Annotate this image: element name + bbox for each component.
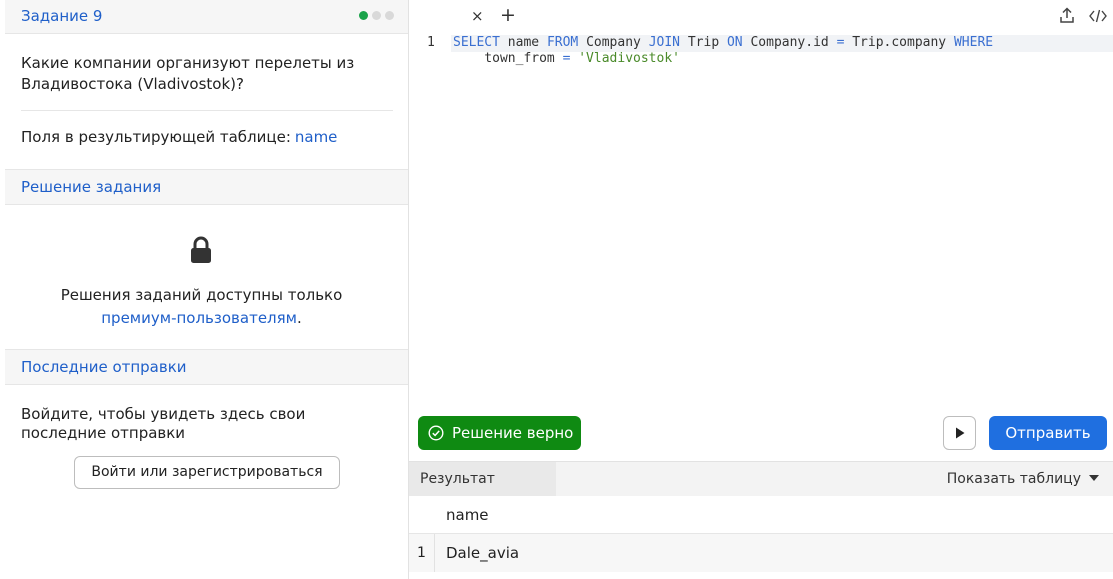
submit-button[interactable]: Отправить xyxy=(989,416,1107,450)
show-table-label: Показать таблицу xyxy=(946,471,1081,487)
task-title: Задание 9 xyxy=(21,7,103,25)
column-header: name xyxy=(446,506,489,524)
caret-down-icon xyxy=(1089,475,1099,481)
table-row: 1 Dale_avia xyxy=(409,534,1113,572)
sql-expression: Trip.company xyxy=(844,35,954,50)
premium-link[interactable]: премиум-пользователям xyxy=(101,309,297,327)
sql-table: Trip xyxy=(680,35,727,50)
progress-dots xyxy=(359,11,394,20)
sql-keyword: WHERE xyxy=(953,35,994,50)
tab-query-result[interactable]: Результат запроса xyxy=(409,462,556,522)
run-button[interactable] xyxy=(943,416,976,450)
progress-dot xyxy=(372,11,381,20)
share-icon[interactable] xyxy=(1059,7,1075,24)
divider xyxy=(21,110,393,111)
code-line-1[interactable]: SELECT name FROM Company JOIN Trip ON Co… xyxy=(453,35,993,50)
task-question: Какие компании организуют перелеты из Вл… xyxy=(21,54,355,93)
fields-label: Поля в результирующей таблице: xyxy=(21,128,291,146)
recent-submissions-header: Последние отправки xyxy=(5,349,408,385)
sql-expression: Company.id xyxy=(742,35,837,50)
solution-section-header: Решение задания xyxy=(5,169,408,205)
code-editor[interactable]: 1 SELECT name FROM Company JOIN Trip ON … xyxy=(409,33,1113,413)
code-icon[interactable] xyxy=(1089,8,1107,24)
table-cell: Dale_avia xyxy=(446,544,520,562)
task-header: Задание 9 xyxy=(5,0,408,34)
success-badge: Решение верно xyxy=(418,416,581,450)
recent-submissions-title: Последние отправки xyxy=(21,358,187,376)
sql-keyword: SELECT xyxy=(453,35,500,50)
sql-column: name xyxy=(499,35,547,50)
sql-keyword: FROM xyxy=(546,35,579,50)
editor-tabbar: × + xyxy=(409,0,1113,33)
progress-dot xyxy=(385,11,394,20)
sql-table: Company xyxy=(578,35,649,50)
login-button[interactable]: Войти или зарегистрироваться xyxy=(74,456,340,489)
code-line-1-wrap[interactable]: town_from = 'Vladivostok' xyxy=(453,51,680,66)
sql-keyword: ON xyxy=(726,35,743,50)
premium-suffix: . xyxy=(296,309,302,327)
premium-text: Решения заданий доступны только xyxy=(60,286,343,304)
result-toolbar: Результат запроса Показать таблицу xyxy=(409,461,1113,522)
login-prompt: Войдите, чтобы увидеть здесь свои послед… xyxy=(21,405,306,442)
show-table-toggle[interactable]: Показать таблицу xyxy=(947,471,1099,487)
sql-keyword: JOIN xyxy=(648,35,681,50)
lock-icon xyxy=(191,236,211,263)
close-tab-icon[interactable]: × xyxy=(471,7,484,25)
table-header: name xyxy=(409,496,1113,534)
solution-section-title: Решение задания xyxy=(21,178,162,196)
sql-string: 'Vladivostok' xyxy=(578,51,680,66)
premium-notice: Решения заданий доступны только премиум-… xyxy=(5,284,398,330)
result-fields: Поля в результирующей таблице: name xyxy=(21,128,337,146)
sql-column: town_from xyxy=(453,51,563,66)
add-tab-icon[interactable]: + xyxy=(500,4,516,26)
progress-dot-current xyxy=(359,11,368,20)
field-name: name xyxy=(294,128,338,146)
row-index: 1 xyxy=(409,534,435,572)
success-label: Решение верно xyxy=(452,424,574,442)
check-circle-icon xyxy=(428,425,444,441)
line-number: 1 xyxy=(427,35,435,50)
play-icon xyxy=(956,427,965,439)
task-panel: Задание 9 Какие компании организуют пере… xyxy=(5,0,408,579)
